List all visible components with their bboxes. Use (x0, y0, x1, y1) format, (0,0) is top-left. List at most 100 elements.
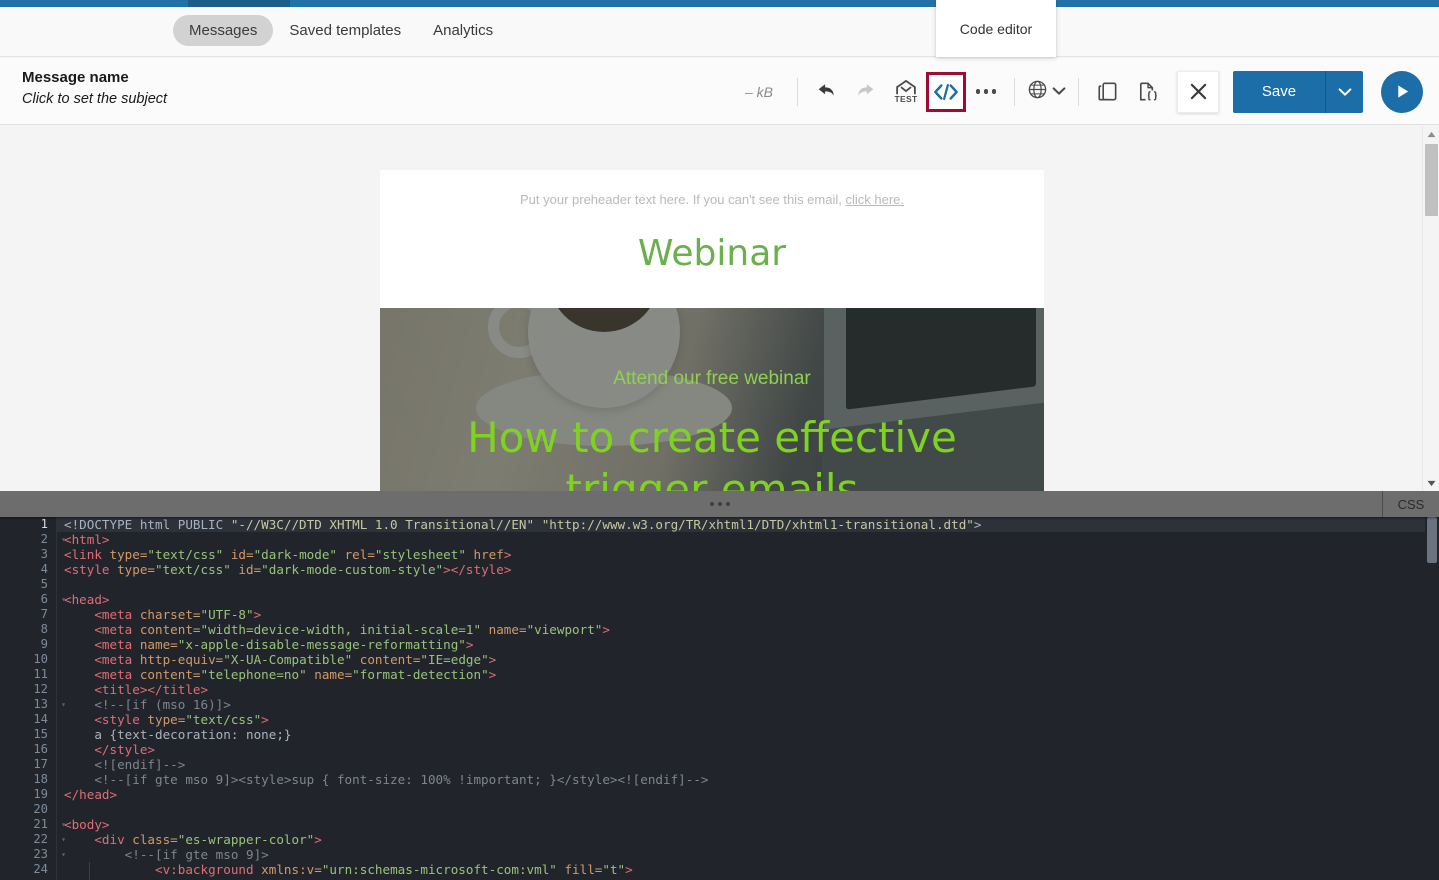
nav-tab-list: Messages Saved templates Analytics (173, 15, 509, 46)
line-number: 11 (33, 667, 48, 681)
preheader-row[interactable]: Put your preheader text here. If you can… (380, 170, 1044, 207)
code-line[interactable]: <body> (57, 817, 1439, 832)
splitter-grip-icon[interactable] (709, 502, 730, 506)
preheader-text: Put your preheader text here. If you can… (519, 192, 846, 207)
language-selector[interactable] (1023, 79, 1070, 105)
redo-icon[interactable] (846, 72, 886, 112)
nav-tab-analytics[interactable]: Analytics (417, 15, 509, 46)
app-top-accent-bar (0, 0, 1439, 7)
line-number: 22 ▾ (33, 832, 66, 846)
send-button[interactable] (1381, 70, 1423, 113)
code-line[interactable]: </head> (57, 787, 1439, 802)
save-button-group[interactable]: Save (1233, 70, 1363, 113)
panel-splitter[interactable]: CSS (0, 491, 1439, 517)
email-logo[interactable]: Webinar (380, 207, 1044, 308)
line-number: 5 (40, 577, 48, 591)
code-line[interactable]: <![endif]--> (57, 757, 1439, 772)
code-line[interactable]: <!--[if gte mso 9]> (57, 847, 1439, 862)
undo-icon[interactable] (806, 72, 846, 112)
hero-heading: How to create effective trigger emails (380, 412, 1044, 491)
code-line[interactable]: <!DOCTYPE html PUBLIC "-//W3C//DTD XHTML… (57, 517, 1439, 532)
chevron-down-icon (1052, 83, 1066, 101)
top-accent-active-segment (188, 0, 290, 7)
code-line[interactable]: <meta content="telephone=no" name="forma… (57, 667, 1439, 682)
line-number: 21 ▾ (33, 817, 66, 831)
code-editor[interactable]: 1 2 ▾ 3 4 5 6 ▾ 7 8 9 10 11 12 13 ▾ 14 15 16 17 18 19 20 21 ▾ 22 ▾… (0, 517, 1439, 880)
line-number: 20 (33, 802, 48, 816)
preview-scrollbar[interactable] (1422, 126, 1439, 491)
email-preview-pane: Put your preheader text here. If you can… (0, 126, 1439, 491)
message-subject-placeholder[interactable]: Click to set the subject (22, 89, 167, 109)
line-number: 18 (33, 772, 48, 786)
message-name[interactable]: Message name (22, 68, 167, 88)
line-number: 2 ▾ (40, 532, 66, 546)
test-icon-label: TEST (894, 93, 918, 104)
code-line[interactable]: <meta http-equiv="X-UA-Compatible" conte… (57, 652, 1439, 667)
line-number: 8 (40, 622, 48, 636)
toolbar-divider-2 (1014, 77, 1015, 106)
css-tab[interactable]: CSS (1382, 491, 1439, 517)
line-number: 3 (40, 547, 48, 561)
primary-navigation-bar: Messages Saved templates Analytics (0, 7, 1439, 57)
hero-image-block[interactable]: Attend our free webinar How to create ef… (380, 308, 1044, 491)
editor-code-area[interactable]: <!DOCTYPE html PUBLIC "-//W3C//DTD XHTML… (57, 517, 1439, 880)
code-editor-button[interactable] (926, 71, 966, 112)
hero-heading-line-2: trigger emails (565, 465, 859, 491)
more-options-icon[interactable] (966, 72, 1006, 112)
code-line[interactable]: <link type="text/css" id="dark-mode" rel… (57, 547, 1439, 562)
code-line[interactable] (57, 802, 1439, 817)
line-number: 12 (33, 682, 48, 696)
toolbar-actions: – kB TEST Save (745, 58, 1439, 125)
save-button[interactable]: Save (1233, 70, 1325, 113)
line-number: 17 (33, 757, 48, 771)
hero-kicker: Attend our free webinar (613, 368, 811, 389)
preview-scrollbar-thumb[interactable] (1425, 144, 1438, 216)
code-line[interactable]: a {text-decoration: none;} (57, 727, 1439, 742)
tooltip-label: Code editor (959, 20, 1033, 37)
test-email-icon[interactable]: TEST (886, 72, 926, 112)
toolbar-divider-1 (797, 77, 798, 106)
editor-scrollbar-thumb[interactable] (1427, 517, 1437, 563)
code-line[interactable]: <style type="text/css"> (57, 712, 1439, 727)
scroll-down-arrow-icon[interactable] (1423, 475, 1439, 491)
email-canvas[interactable]: Put your preheader text here. If you can… (380, 170, 1044, 491)
preheader-link[interactable]: click here. (845, 192, 904, 207)
editor-scrollbar[interactable] (1425, 517, 1439, 880)
line-number: 24 (33, 862, 48, 876)
message-size-label: – kB (744, 83, 773, 100)
toolbar-divider-3 (1078, 77, 1079, 106)
code-line[interactable] (57, 577, 1439, 592)
nav-tab-saved-templates[interactable]: Saved templates (273, 15, 417, 46)
code-line[interactable]: <meta name="x-apple-disable-message-refo… (57, 637, 1439, 652)
message-title-block: Message name Click to set the subject (22, 68, 167, 109)
code-line[interactable]: <!--[if (mso 16)]> (57, 697, 1439, 712)
close-button[interactable] (1177, 70, 1219, 113)
editor-indent-guide (89, 862, 90, 880)
code-line[interactable]: <v:background xmlns:v="urn:schemas-micro… (57, 862, 1439, 877)
line-number: 9 (40, 637, 48, 651)
line-number: 19 (33, 787, 48, 801)
code-line[interactable]: <div class="es-wrapper-color"> (57, 832, 1439, 847)
code-line[interactable]: <style type="text/css" id="dark-mode-cus… (57, 562, 1439, 577)
globe-icon (1027, 79, 1048, 105)
scroll-up-arrow-icon[interactable] (1423, 126, 1439, 142)
code-line[interactable]: </style> (57, 742, 1439, 757)
code-line[interactable]: <meta content="width=device-width, initi… (57, 622, 1439, 637)
line-number: 13 ▾ (33, 697, 66, 711)
line-number: 10 (33, 652, 48, 666)
code-line[interactable]: <!--[if gte mso 9]><style>sup { font-siz… (57, 772, 1439, 787)
editor-line-number-gutter: 1 2 ▾ 3 4 5 6 ▾ 7 8 9 10 11 12 13 ▾ 14 15 16 17 18 19 20 21 ▾ 22 ▾… (0, 517, 66, 880)
save-dropdown-button[interactable] (1325, 70, 1363, 113)
code-line[interactable]: <head> (57, 592, 1439, 607)
code-editor-tooltip: Code editor (936, 0, 1056, 57)
code-snippet-icon[interactable] (1127, 72, 1167, 112)
duplicate-icon[interactable] (1087, 72, 1127, 112)
hero-heading-line-1: How to create effective (467, 413, 957, 462)
nav-tab-messages[interactable]: Messages (173, 15, 274, 46)
line-number: 15 (33, 727, 48, 741)
code-line[interactable]: <html> (57, 532, 1439, 547)
line-number: 7 (40, 607, 48, 621)
line-number: 23 ▾ (33, 847, 66, 861)
code-line[interactable]: <title></title> (57, 682, 1439, 697)
code-line[interactable]: <meta charset="UTF-8"> (57, 607, 1439, 622)
